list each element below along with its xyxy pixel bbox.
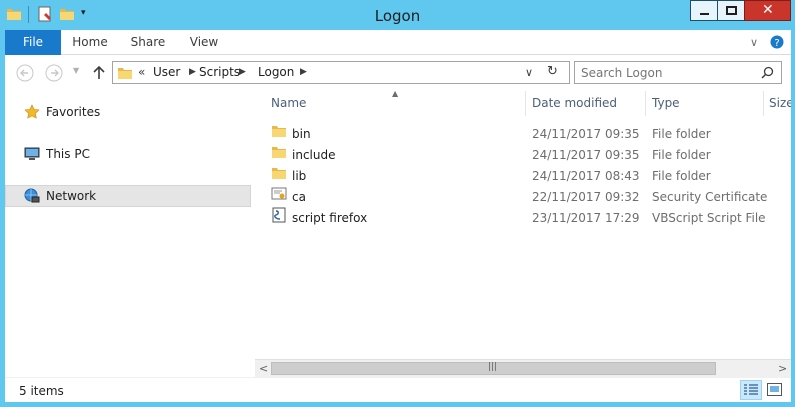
back-button[interactable] [16,64,34,82]
close-button[interactable]: ✕ [744,0,791,21]
horizontal-scrollbar[interactable]: < ||| > [255,359,791,377]
breadcrumb-separator-icon[interactable]: ▶ [239,67,246,77]
help-icon[interactable]: ? [770,35,784,49]
address-bar[interactable]: « User ▶ Scripts ▶ Logon ▶ ∨ ↻ [112,61,570,84]
nav-item-this-pc[interactable]: This PC [5,143,251,165]
certificate-icon [271,187,287,200]
breadcrumb-separator-icon[interactable]: ▶ [189,67,196,77]
file-date: 24/11/2017 09:35 [532,148,640,162]
details-view-icon [744,384,758,395]
file-date: 22/11/2017 09:32 [532,190,640,204]
table-row[interactable]: include 24/11/2017 09:35 File folder [271,144,791,165]
file-name: bin [292,127,311,141]
folder-icon [272,126,286,137]
column-header-date-modified[interactable]: Date modified [526,91,646,116]
minimize-icon [700,13,709,15]
star-icon [24,104,40,119]
recent-locations-icon[interactable]: ▼ [73,66,79,75]
nav-label: Favorites [46,105,101,119]
large-icons-view-button[interactable] [764,380,786,400]
file-date: 24/11/2017 08:43 [532,169,640,183]
breadcrumb-separator-icon[interactable]: ▶ [300,67,307,77]
main-content: Favorites This PC Network ▲ Name Date mo… [5,89,791,377]
search-input[interactable] [581,64,751,81]
nav-item-favorites[interactable]: Favorites [5,101,251,123]
scroll-thumb[interactable]: ||| [271,362,716,375]
grip-icon: ||| [488,362,498,372]
navigation-bar: ▼ « User ▶ Scripts ▶ Logon ▶ ∨ ↻ [5,55,791,91]
file-type: File folder [652,169,711,183]
item-count: 5 items [19,384,64,398]
expand-ribbon-icon[interactable]: ∨ [750,36,758,49]
maximize-button[interactable] [717,0,745,21]
table-row[interactable]: script firefox 23/11/2017 17:29 VBScript… [271,207,791,228]
breadcrumb-scripts[interactable]: Scripts [199,65,240,79]
column-header-size[interactable]: Size [764,91,791,116]
tab-file[interactable]: File [5,30,61,55]
table-row[interactable]: lib 24/11/2017 08:43 File folder [271,165,791,186]
file-list: ▲ Name Date modified Type Size bin 24/11… [255,89,791,377]
address-dropdown-icon[interactable]: ∨ [525,66,533,79]
breadcrumb-user[interactable]: User [153,65,180,79]
tab-view[interactable]: View [179,30,229,55]
nav-label: This PC [46,147,90,161]
scroll-right-icon[interactable]: > [778,362,787,375]
ribbon-tabs: File Home Share View ∨ ? [5,30,791,55]
folder-icon [118,68,132,79]
file-date: 23/11/2017 17:29 [532,211,640,225]
folder-icon [272,147,286,158]
large-icons-view-icon [767,383,782,396]
file-name: include [292,148,336,162]
tab-share[interactable]: Share [123,30,173,55]
computer-icon [24,147,40,160]
table-row[interactable]: ca 22/11/2017 09:32 Security Certificate [271,186,791,207]
file-type: Security Certificate [652,190,768,204]
maximize-icon [726,6,737,15]
search-icon[interactable] [761,66,774,79]
status-bar: 5 items [5,377,791,402]
table-row[interactable]: bin 24/11/2017 09:35 File folder [271,123,791,144]
details-view-button[interactable] [740,380,762,400]
file-date: 24/11/2017 09:35 [532,127,640,141]
up-button[interactable] [93,65,105,80]
nav-item-network[interactable]: Network [5,185,251,207]
nav-label: Network [46,189,97,203]
column-header-name[interactable]: Name [255,91,526,116]
scroll-left-icon[interactable]: < [259,362,268,375]
network-icon [24,188,40,203]
file-type: File folder [652,148,711,162]
file-name: lib [292,169,307,183]
close-icon: ✕ [762,2,774,18]
search-box[interactable] [574,61,782,84]
minimize-button[interactable] [690,0,718,21]
script-icon [272,207,286,223]
breadcrumb-logon[interactable]: Logon [258,65,294,79]
refresh-icon[interactable]: ↻ [547,64,558,79]
forward-button[interactable] [45,64,63,82]
file-name: ca [292,190,306,204]
file-type: VBScript Script File [652,211,766,225]
file-type: File folder [652,127,711,141]
folder-icon [272,168,286,179]
file-name: script firefox [292,211,368,225]
explorer-window: ▾ Logon ✕ File Home Share View ∨ ? ▼ « U… [0,0,795,407]
title-bar: ▾ Logon ✕ [0,0,795,30]
svg-text:?: ? [774,38,779,49]
breadcrumb-overflow[interactable]: « [138,65,145,79]
tab-home[interactable]: Home [65,30,115,55]
navigation-pane: Favorites This PC Network [5,91,252,377]
window-title: Logon [374,7,421,25]
column-header-type[interactable]: Type [646,91,764,116]
